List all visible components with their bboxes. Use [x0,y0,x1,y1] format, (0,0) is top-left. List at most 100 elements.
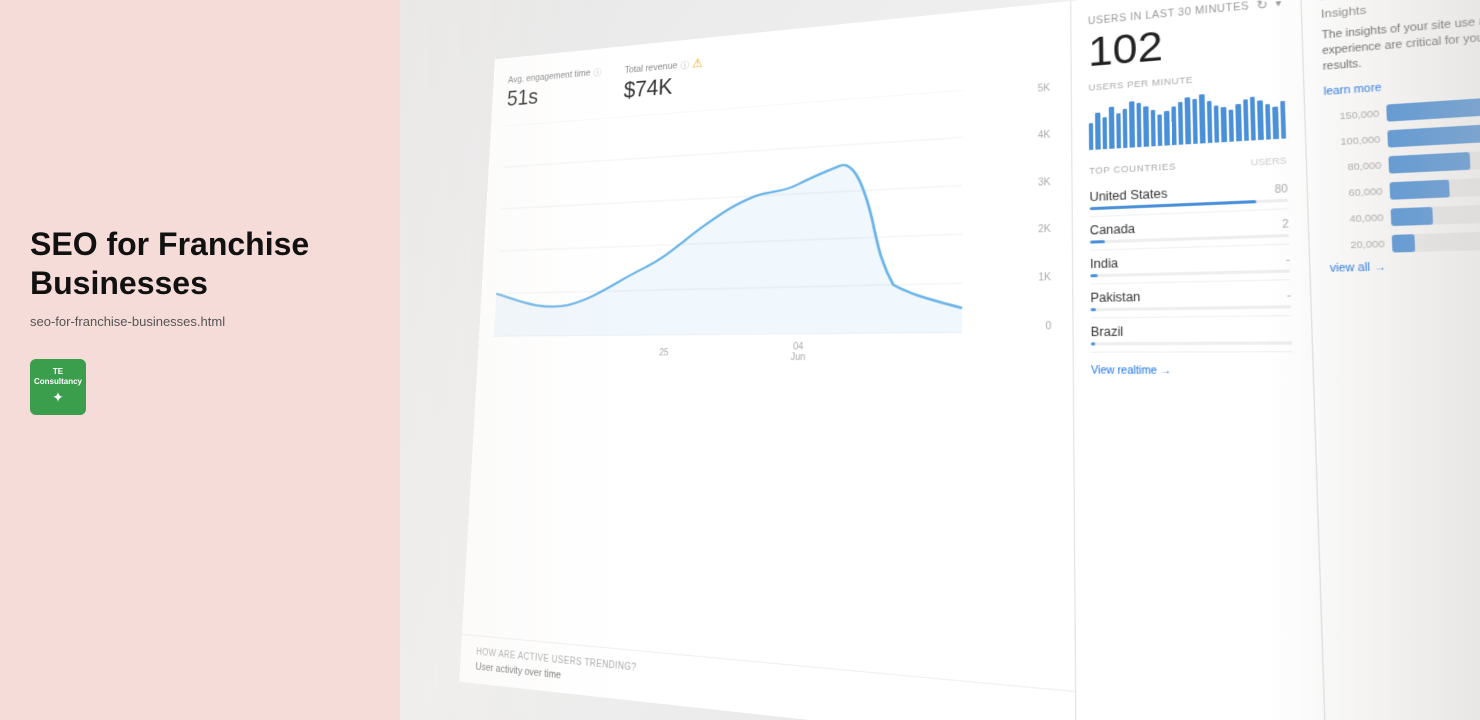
engagement-metric: Avg. engagement time ⓘ 51s [506,65,601,113]
bar-27 [1272,107,1278,140]
bar-23 [1243,99,1249,141]
bar-14 [1178,102,1184,145]
analytics-container: Avg. engagement time ⓘ 51s Total revenue… [459,0,1480,720]
bar-25 [1257,100,1263,140]
h-bar-container-4 [1389,175,1480,199]
country-bar-fill-br [1091,342,1095,345]
h-bar-fill-5 [1391,206,1433,225]
h-bar-fill-1 [1386,95,1480,121]
x-label-jun: 04Jun [791,342,806,363]
h-bar-label-6: 20,000 [1329,238,1385,251]
h-bar-fill-2 [1387,124,1480,147]
bottom-trending: HOW ARE ACTIVE USERS TRENDING? User acti… [459,634,1075,720]
bar-24 [1250,97,1256,141]
revenue-info-icon: ⓘ [681,58,690,72]
analytics-inner: Avg. engagement time ⓘ 51s Total revenue… [459,0,1480,720]
country-row-pk: Pakistan - [1090,280,1291,318]
left-panel: SEO for Franchise Businesses seo-for-fra… [0,0,400,720]
y-label-4k: 4K [1038,130,1051,142]
right-stats-panel: DIRECT CHANNELS Insights The insights of… [1301,0,1480,720]
h-bar-fill-3 [1388,151,1471,173]
bar-8 [1136,103,1141,148]
h-bar-fill-6 [1392,234,1415,252]
chart-x-labels: 25 04Jun [492,341,1009,363]
bar-1 [1089,122,1094,150]
h-bar-row-5: 40,000 [1328,202,1480,228]
logo-badge[interactable]: TE Consultancy ✦ [30,359,86,415]
country-bar-fill-pk [1091,308,1097,311]
bar-7 [1129,101,1134,147]
h-bar-row-6: 20,000 [1329,229,1480,253]
h-bar-row-1: 150,000 [1324,94,1480,125]
top-countries-header: TOP COUNTRIES USERS [1089,155,1287,176]
country-name-in: India [1090,256,1118,271]
h-bar-label-3: 80,000 [1326,159,1381,173]
bar-21 [1228,110,1234,142]
revenue-metric: Total revenue ⓘ ⚠ $74K [623,55,703,103]
logo-icon: ✦ [52,389,64,406]
h-bar-label-1: 150,000 [1324,108,1379,122]
country-name-br: Brazil [1091,324,1124,339]
h-bar-container-1 [1386,94,1480,121]
dropdown-icon[interactable]: ▾ [1275,0,1282,9]
page-url: seo-for-franchise-businesses.html [30,314,370,329]
top-countries-label: TOP COUNTRIES [1089,161,1176,176]
country-row-br: Brazil [1091,316,1293,353]
warning-icon: ⚠ [692,55,703,71]
bar-12 [1164,111,1169,146]
view-realtime-link[interactable]: View realtime → [1091,365,1293,377]
y-label-0: 0 [1045,321,1051,332]
country-name-us: United States [1089,186,1167,204]
logo-text: TE Consultancy [30,367,86,386]
h-bar-row-4: 60,000 [1327,175,1480,202]
country-count-pk: - [1287,290,1291,302]
country-name-pk: Pakistan [1090,290,1140,305]
horizontal-bar-chart: 150,000 100,000 80,000 [1324,94,1480,254]
h-bar-container-6 [1392,229,1480,252]
bar-11 [1157,114,1162,146]
h-bar-fill-4 [1389,179,1449,199]
bar-22 [1236,104,1242,141]
country-count-ca: 2 [1282,219,1289,231]
bar-9 [1143,106,1148,147]
y-label-5k: 5K [1038,83,1051,95]
country-row-in: India - [1090,245,1290,285]
bar-20 [1221,107,1227,142]
bar-19 [1214,105,1220,142]
bar-5 [1116,113,1121,148]
users-bar-chart [1089,86,1286,150]
chart-section: Avg. engagement time ⓘ 51s Total revenue… [459,1,1076,720]
bar-18 [1207,101,1213,143]
bar-15 [1185,97,1191,144]
h-bar-container-2 [1387,121,1480,147]
h-bar-container-5 [1391,202,1480,226]
bar-6 [1123,109,1128,148]
info-icon: ⓘ [593,65,601,78]
h-bar-row-3: 80,000 [1326,148,1480,176]
line-chart-area: 5K 4K 3K 2K 1K 0 25 04Jun [492,83,1051,363]
country-bar-fill-ca [1090,240,1105,244]
line-chart-svg [494,86,1010,337]
bar-28 [1280,101,1286,139]
h-bar-label-2: 100,000 [1325,133,1380,147]
country-count-in: - [1286,254,1290,266]
insights-link[interactable]: learn more [1323,82,1381,98]
bar-10 [1150,110,1155,147]
bar-17 [1199,94,1205,143]
view-all-link[interactable]: view all → [1330,257,1480,275]
h-bar-row-2: 100,000 [1325,121,1480,151]
users-col-label: USERS [1250,155,1286,167]
y-label-3k: 3K [1038,177,1051,189]
analytics-panel: Avg. engagement time ⓘ 51s Total revenue… [400,0,1480,720]
bar-4 [1109,106,1114,149]
users-panel: USERS IN LAST 30 MINUTES ↻ ▾ 102 USERS P… [1071,0,1327,720]
h-bar-label-5: 40,000 [1328,212,1384,225]
y-label-2k: 2K [1038,224,1051,235]
refresh-icon[interactable]: ↻ [1256,0,1268,13]
bar-26 [1265,104,1271,140]
country-name-ca: Canada [1090,222,1135,238]
country-row-ca: Canada 2 [1090,209,1290,250]
chart-y-labels: 5K 4K 3K 2K 1K 0 [1015,83,1052,333]
y-label-1k: 1K [1038,272,1051,283]
country-bar-fill-in [1090,274,1098,277]
